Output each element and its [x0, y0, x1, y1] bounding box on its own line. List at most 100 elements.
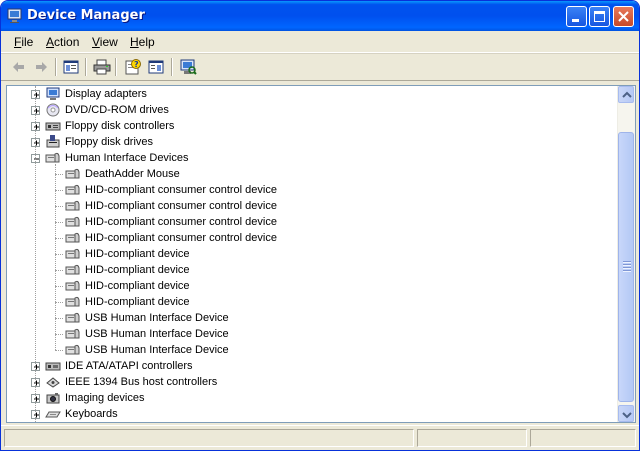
- menu-action[interactable]: Action: [46, 35, 79, 49]
- forward-arrow-icon: [36, 62, 47, 72]
- toolbar: ?: [1, 53, 639, 81]
- close-button[interactable]: [613, 6, 634, 27]
- grip-line: [623, 270, 631, 272]
- tree-item-label: HID-compliant device: [85, 264, 190, 276]
- window-title: Device Manager: [27, 8, 145, 23]
- tree-category-row[interactable]: Keyboards: [7, 406, 607, 422]
- menu-file[interactable]: File: [14, 35, 33, 49]
- scroll-down-button[interactable]: [618, 405, 634, 422]
- tree-item-label: IEEE 1394 Bus host controllers: [65, 376, 218, 388]
- menu-view-rest: iew: [99, 35, 118, 49]
- tree-item-label: HID-compliant device: [85, 296, 190, 308]
- hid-device-icon: [65, 166, 81, 182]
- tree-device-row[interactable]: USB Human Interface Device: [7, 310, 607, 326]
- hid-device-icon: [65, 214, 81, 230]
- hid-device-icon: [65, 262, 81, 278]
- tree-device-row[interactable]: HID-compliant device: [7, 246, 607, 262]
- tree-category-row[interactable]: DVD/CD-ROM drives: [7, 102, 607, 118]
- maximize-button[interactable]: [589, 6, 610, 27]
- tree-item-label: HID-compliant consumer control device: [85, 184, 277, 196]
- hid-device-icon: [65, 230, 81, 246]
- maximize-icon: [594, 11, 605, 22]
- close-icon: [618, 11, 629, 22]
- back-arrow-icon: [13, 62, 24, 72]
- tree-item-label: HID-compliant consumer control device: [85, 232, 277, 244]
- forward-button[interactable]: [31, 58, 51, 76]
- keyboard-icon: [45, 406, 61, 422]
- tree-item-label: USB Human Interface Device: [85, 344, 229, 356]
- cd-drive-icon: [45, 102, 61, 118]
- hid-device-icon: [65, 310, 81, 326]
- svg-text:?: ?: [134, 60, 139, 69]
- tree-device-row[interactable]: HID-compliant consumer control device: [7, 198, 607, 214]
- minimize-icon: [572, 19, 579, 22]
- computer-monitor-icon: [7, 8, 23, 24]
- tree-category-row[interactable]: Display adapters: [7, 86, 607, 102]
- menu-action-hotkey: A: [46, 35, 55, 49]
- tree-item-label: Floppy disk drives: [65, 136, 154, 148]
- tree-category-row[interactable]: IDE ATA/ATAPI controllers: [7, 358, 607, 374]
- tree-item-label: USB Human Interface Device: [85, 312, 229, 324]
- tree-item-label: Display adapters: [65, 88, 147, 100]
- tree-device-row[interactable]: DeathAdder Mouse: [7, 166, 607, 182]
- menu-help[interactable]: Help: [130, 35, 155, 49]
- status-panel-main: [4, 429, 414, 447]
- ieee1394-icon: [45, 374, 61, 390]
- scan-hardware-button[interactable]: [178, 58, 198, 76]
- hid-device-icon: [65, 278, 81, 294]
- status-panel: [417, 429, 527, 447]
- tree-device-row[interactable]: HID-compliant device: [7, 294, 607, 310]
- show-hide-tree-button[interactable]: [61, 58, 81, 76]
- title-bar[interactable]: Device Manager: [1, 1, 639, 31]
- tree-item-label: HID-compliant consumer control device: [85, 216, 277, 228]
- print-button[interactable]: [92, 58, 112, 76]
- tree-device-row[interactable]: HID-compliant device: [7, 278, 607, 294]
- minimize-button[interactable]: [566, 6, 587, 27]
- hid-icon: [45, 150, 61, 166]
- scroll-thumb[interactable]: [618, 132, 634, 402]
- vertical-scrollbar[interactable]: [617, 86, 635, 422]
- hid-device-icon: [65, 294, 81, 310]
- hid-device-icon: [65, 246, 81, 262]
- tree-category-row[interactable]: Human Interface Devices: [7, 150, 607, 166]
- hid-device-icon: [65, 182, 81, 198]
- scroll-up-button[interactable]: [618, 86, 634, 103]
- tree-device-row[interactable]: HID-compliant consumer control device: [7, 214, 607, 230]
- tree-device-row[interactable]: HID-compliant device: [7, 262, 607, 278]
- hid-device-icon: [65, 342, 81, 358]
- tree-device-row[interactable]: USB Human Interface Device: [7, 342, 607, 358]
- grip-line: [623, 264, 631, 266]
- tree-item-label: HID-compliant consumer control device: [85, 200, 277, 212]
- chevron-up-icon: [622, 91, 632, 98]
- tree-category-row[interactable]: Floppy disk drives: [7, 134, 607, 150]
- device-tree[interactable]: Display adapters DVD/CD-ROM drives Floppy …: [6, 85, 636, 423]
- tree-category-row[interactable]: IEEE 1394 Bus host controllers: [7, 374, 607, 390]
- hid-device-icon: [65, 326, 81, 342]
- hid-device-icon: [65, 198, 81, 214]
- imaging-device-icon: [45, 390, 61, 406]
- status-bar: [1, 425, 639, 450]
- tree-device-row[interactable]: USB Human Interface Device: [7, 326, 607, 342]
- tree-device-row[interactable]: HID-compliant consumer control device: [7, 182, 607, 198]
- tree-item-label: Floppy disk controllers: [65, 120, 175, 132]
- tree-category-row[interactable]: Imaging devices: [7, 390, 607, 406]
- tree-item-label: HID-compliant device: [85, 280, 190, 292]
- display-adapter-icon: [45, 86, 61, 102]
- tree-connector-line: [55, 164, 57, 350]
- toolbar-separator: [171, 58, 173, 76]
- scan-hardware-icon: [180, 59, 197, 75]
- console-tree-button[interactable]: [146, 58, 166, 76]
- menu-bar: File Action View Help: [1, 31, 639, 53]
- tree-category-row[interactable]: Floppy disk controllers: [7, 118, 607, 134]
- tree-item-label: USB Human Interface Device: [85, 328, 229, 340]
- console-tree-icon: [148, 60, 164, 74]
- menu-view[interactable]: View: [92, 35, 118, 49]
- properties-button[interactable]: ?: [123, 58, 143, 76]
- back-button[interactable]: [9, 58, 29, 76]
- grip-line: [623, 261, 631, 263]
- chevron-down-icon: [622, 412, 632, 419]
- ide-controller-icon: [45, 358, 61, 374]
- tree-device-row[interactable]: HID-compliant consumer control device: [7, 230, 607, 246]
- menu-help-hotkey: H: [130, 35, 139, 49]
- menu-action-rest: ction: [54, 35, 80, 49]
